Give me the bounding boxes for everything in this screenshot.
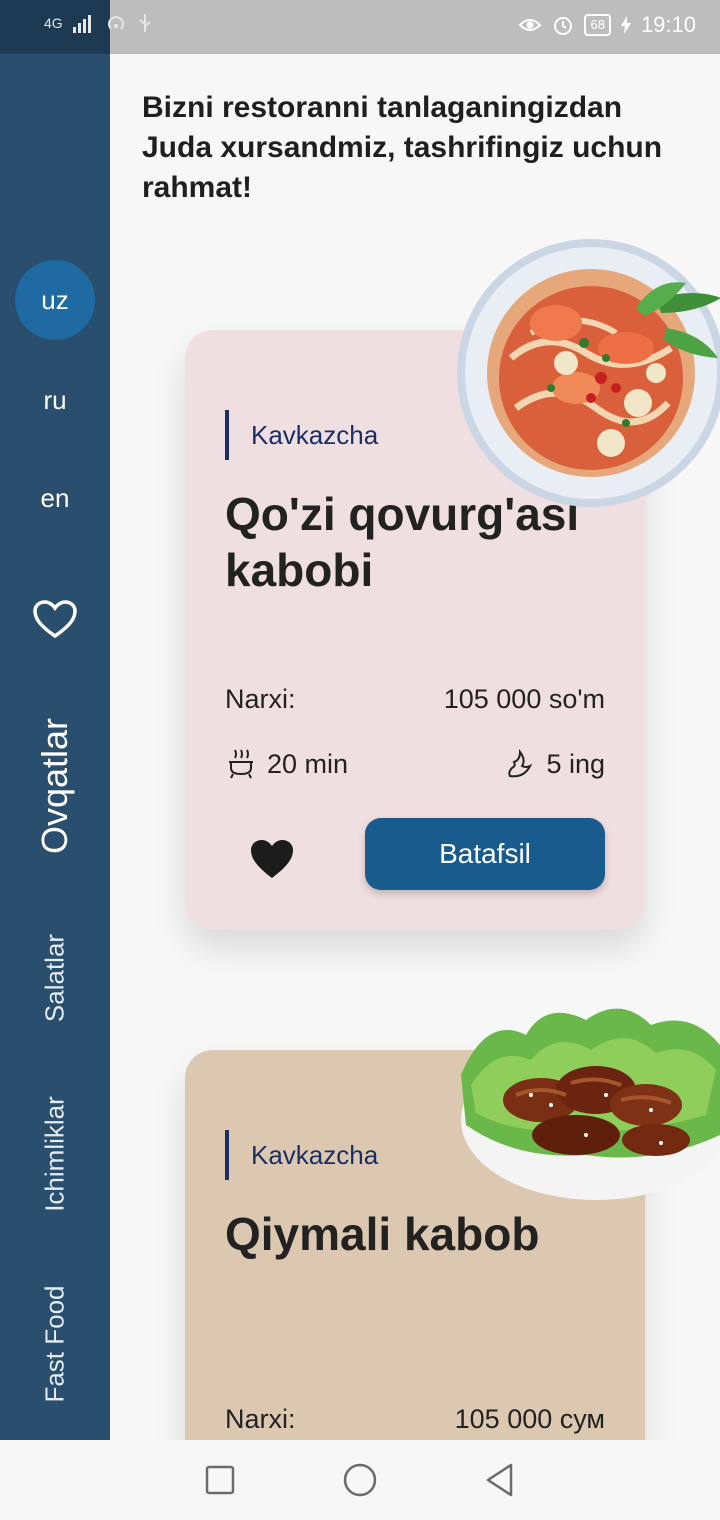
clock: 19:10 <box>640 12 696 37</box>
price-value: 105 000 сум <box>454 1404 605 1434</box>
signal-icon <box>72 15 91 33</box>
chili-flame-icon <box>508 748 533 778</box>
category-ichimliklar[interactable]: Ichimliklar <box>40 1096 71 1212</box>
system-nav-bar <box>0 1440 720 1520</box>
dish-category: Kavkazcha <box>225 410 378 460</box>
price-row: Narxi: 105 000 so'm <box>225 684 605 715</box>
ingredients: 5 ing <box>504 748 605 780</box>
hotspot-icon <box>107 16 124 30</box>
status-icons-left: 4G <box>44 12 153 34</box>
cook-time: 20 min <box>225 748 348 780</box>
status-bar: 4G 68 19:10 <box>0 0 720 54</box>
category-ovqatlar[interactable]: Ovqatlar <box>34 718 76 854</box>
dish-category: Kavkazcha <box>225 1130 378 1180</box>
noodle-soup-bowl <box>457 239 720 507</box>
eye-icon <box>519 19 542 31</box>
alarm-icon <box>554 17 573 35</box>
heart-outline-icon[interactable] <box>33 600 77 640</box>
glazed-ribs-plate <box>461 1008 720 1200</box>
sidebar: uz ru en Ovqatlar Salatlar Ichimliklar F… <box>0 54 110 1440</box>
cook-time-value: 20 min <box>267 748 349 779</box>
home-icon[interactable] <box>340 1460 380 1500</box>
network-label: 4G <box>44 15 63 31</box>
status-icons-right: 68 19:10 <box>518 12 696 38</box>
ingredients-value: 5 ing <box>546 748 605 779</box>
cooking-pot-icon <box>229 749 253 779</box>
usb-icon <box>139 14 151 32</box>
category-salatlar[interactable]: Salatlar <box>40 934 71 1022</box>
lang-en-button[interactable]: en <box>15 458 95 538</box>
lang-uz-button[interactable]: uz <box>15 260 95 340</box>
recent-apps-icon[interactable] <box>200 1460 240 1500</box>
price-label: Narxi: <box>225 1404 296 1434</box>
meta-row: 20 min 5 ing <box>225 748 605 780</box>
price-row: Narxi: 105 000 сум <box>225 1404 605 1435</box>
heart-filled-icon[interactable] <box>249 838 295 880</box>
charging-icon <box>620 16 631 34</box>
back-icon[interactable] <box>480 1460 520 1500</box>
lang-ru-button[interactable]: ru <box>15 360 95 440</box>
battery-icon: 68 <box>584 14 611 36</box>
category-fast-food[interactable]: Fast Food <box>40 1285 71 1402</box>
details-button[interactable]: Batafsil <box>365 818 605 890</box>
price-value: 105 000 so'm <box>443 684 605 714</box>
dish-title: Qiymali kabob <box>225 1208 540 1260</box>
welcome-message: Bizni restoranni tanlaganingizdan Juda x… <box>142 91 663 204</box>
price-label: Narxi: <box>225 684 296 714</box>
